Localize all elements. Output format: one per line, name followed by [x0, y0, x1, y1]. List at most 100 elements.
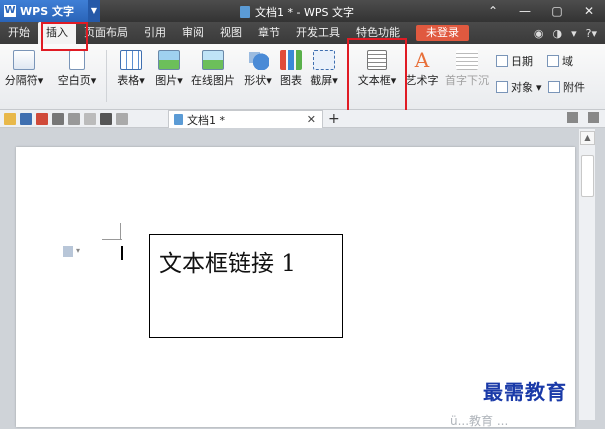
tab-sections[interactable]: 章节: [250, 22, 288, 44]
menu-right-icons: ◉ ◑ ▾ ?▾: [534, 27, 605, 40]
wordart-button[interactable]: A 艺术字: [404, 44, 440, 88]
object-caret-icon: ▾: [536, 80, 542, 94]
attachment-icon: [548, 81, 560, 93]
picture-caret-icon: ▾: [177, 74, 183, 87]
close-tab-icon[interactable]: ✕: [307, 113, 316, 126]
blank-page-caret-icon: ▾: [90, 74, 97, 87]
dropcap-button[interactable]: 首字下沉: [442, 44, 492, 88]
watermark-subtext: ü...教育 ...: [450, 414, 509, 428]
quick-access-bar: 文档1 * ✕ +: [0, 110, 605, 128]
watermark-text: 最需教育: [483, 380, 567, 404]
print-preview-icon[interactable]: [68, 112, 80, 125]
tab-review[interactable]: 审阅: [174, 22, 212, 44]
picture-button[interactable]: 图片▾: [150, 44, 188, 88]
menu-tab-bar: 开始 插入 页面布局 引用 审阅 视图 章节 开发工具 特色功能 未登录 ◉ ◑…: [0, 22, 605, 44]
shapes-button[interactable]: 形状▾: [240, 44, 276, 88]
attachment-label: 附件: [563, 81, 585, 94]
page-break-button[interactable]: 分隔符▾: [4, 44, 44, 88]
shapes-caret-icon: ▾: [266, 74, 272, 87]
page-break-icon: [13, 50, 35, 70]
scroll-thumb[interactable]: [581, 155, 594, 197]
vertical-scrollbar[interactable]: ▲: [578, 129, 595, 420]
shapes-icon: [247, 50, 269, 70]
online-picture-button[interactable]: 在线图片: [190, 44, 236, 88]
tab-references[interactable]: 引用: [136, 22, 174, 44]
close-button[interactable]: ✕: [573, 0, 605, 22]
ribbon-separator: [106, 50, 107, 102]
screenshot-icon: [313, 50, 335, 70]
ribbon-collapse-button[interactable]: ⌃: [477, 0, 509, 22]
document-icon: [240, 6, 250, 18]
date-button[interactable]: 日期: [496, 53, 533, 69]
picture-icon: [158, 50, 180, 70]
object-label: 对象: [511, 81, 533, 94]
text-cursor: [121, 246, 123, 260]
online-picture-label: 在线图片: [191, 74, 235, 87]
screenshot-caret-icon: ▾: [332, 74, 338, 87]
table-icon: [120, 50, 142, 70]
doc-tab-label: 文档1 *: [187, 113, 225, 127]
maximize-button[interactable]: ▢: [541, 0, 573, 22]
app-menu-button[interactable]: W WPS 文字 ▼: [0, 0, 100, 22]
table-button[interactable]: 表格▾: [112, 44, 150, 88]
margin-marker: [102, 239, 122, 240]
login-button[interactable]: 未登录: [416, 25, 469, 41]
restore-doc-icon[interactable]: [567, 112, 578, 123]
margin-marker: [120, 223, 121, 240]
paragraph-caret-icon[interactable]: ▾: [76, 246, 80, 255]
object-button[interactable]: 对象 ▾: [496, 79, 542, 95]
format-painter-icon[interactable]: [84, 112, 96, 125]
save-icon[interactable]: [20, 112, 32, 125]
field-button[interactable]: 域: [547, 53, 573, 69]
shapes-label: 形状: [244, 74, 267, 87]
scroll-up-icon[interactable]: ▲: [580, 131, 595, 145]
object-icon: [496, 81, 508, 93]
sync-icon[interactable]: ◑: [552, 27, 562, 40]
wordart-label: 艺术字: [405, 74, 439, 87]
doc-tab-active[interactable]: 文档1 * ✕: [168, 110, 323, 128]
app-menu-caret-icon[interactable]: ▼: [88, 0, 100, 22]
screenshot-label: 截屏: [310, 74, 333, 87]
redo-icon[interactable]: [116, 112, 128, 125]
dropcap-label: 首字下沉: [445, 74, 489, 87]
window-title-text: 文档1 * - WPS 文字: [255, 6, 354, 19]
skin-icon[interactable]: ◉: [534, 27, 544, 40]
tab-developer[interactable]: 开发工具: [288, 22, 348, 44]
page-break-label: 分隔符: [4, 74, 38, 87]
table-caret-icon: ▾: [139, 74, 145, 87]
screenshot-button[interactable]: 截屏▾: [306, 44, 342, 88]
pdf-export-icon[interactable]: [36, 112, 48, 125]
window-title: 文档1 * - WPS 文字: [240, 4, 354, 20]
textbox[interactable]: 文本框链接 1: [149, 234, 343, 338]
open-icon[interactable]: [4, 112, 16, 125]
tab-home[interactable]: 开始: [0, 22, 38, 44]
minimize-button[interactable]: —: [509, 0, 541, 22]
insert-ribbon: 分隔符▾ 空白页▾ 表格▾ 图片▾ 在线图片 形状▾ 图表 截屏▾ 文本框▾ A…: [0, 44, 605, 110]
print-icon[interactable]: [52, 112, 64, 125]
blank-page-icon: [69, 50, 85, 70]
help-icon[interactable]: ?▾: [586, 27, 597, 40]
tab-view[interactable]: 视图: [212, 22, 250, 44]
wordart-icon: A: [414, 48, 430, 72]
attachment-button[interactable]: 附件: [548, 79, 585, 95]
close-doc-icon[interactable]: [588, 112, 599, 123]
window-controls: ⌃ — ▢ ✕: [477, 0, 605, 22]
chart-label: 图表: [280, 74, 302, 87]
paragraph-handle-icon[interactable]: [63, 246, 73, 257]
settings-caret-icon[interactable]: ▾: [571, 27, 577, 40]
new-tab-button[interactable]: +: [328, 110, 340, 128]
dropcap-icon: [456, 50, 478, 70]
picture-label: 图片: [155, 74, 178, 87]
field-label: 域: [562, 55, 573, 68]
app-name: WPS 文字: [20, 5, 74, 18]
textbox-text: 文本框链接 1: [159, 251, 296, 277]
chart-icon: [280, 50, 302, 70]
table-label: 表格: [117, 74, 140, 87]
page-break-caret-icon: ▾: [37, 74, 44, 87]
view-controls: [567, 112, 599, 123]
online-picture-icon: [202, 50, 224, 70]
field-icon: [547, 55, 559, 67]
wps-logo-icon: W: [4, 5, 16, 17]
undo-icon[interactable]: [100, 112, 112, 125]
chart-button[interactable]: 图表: [278, 44, 304, 88]
